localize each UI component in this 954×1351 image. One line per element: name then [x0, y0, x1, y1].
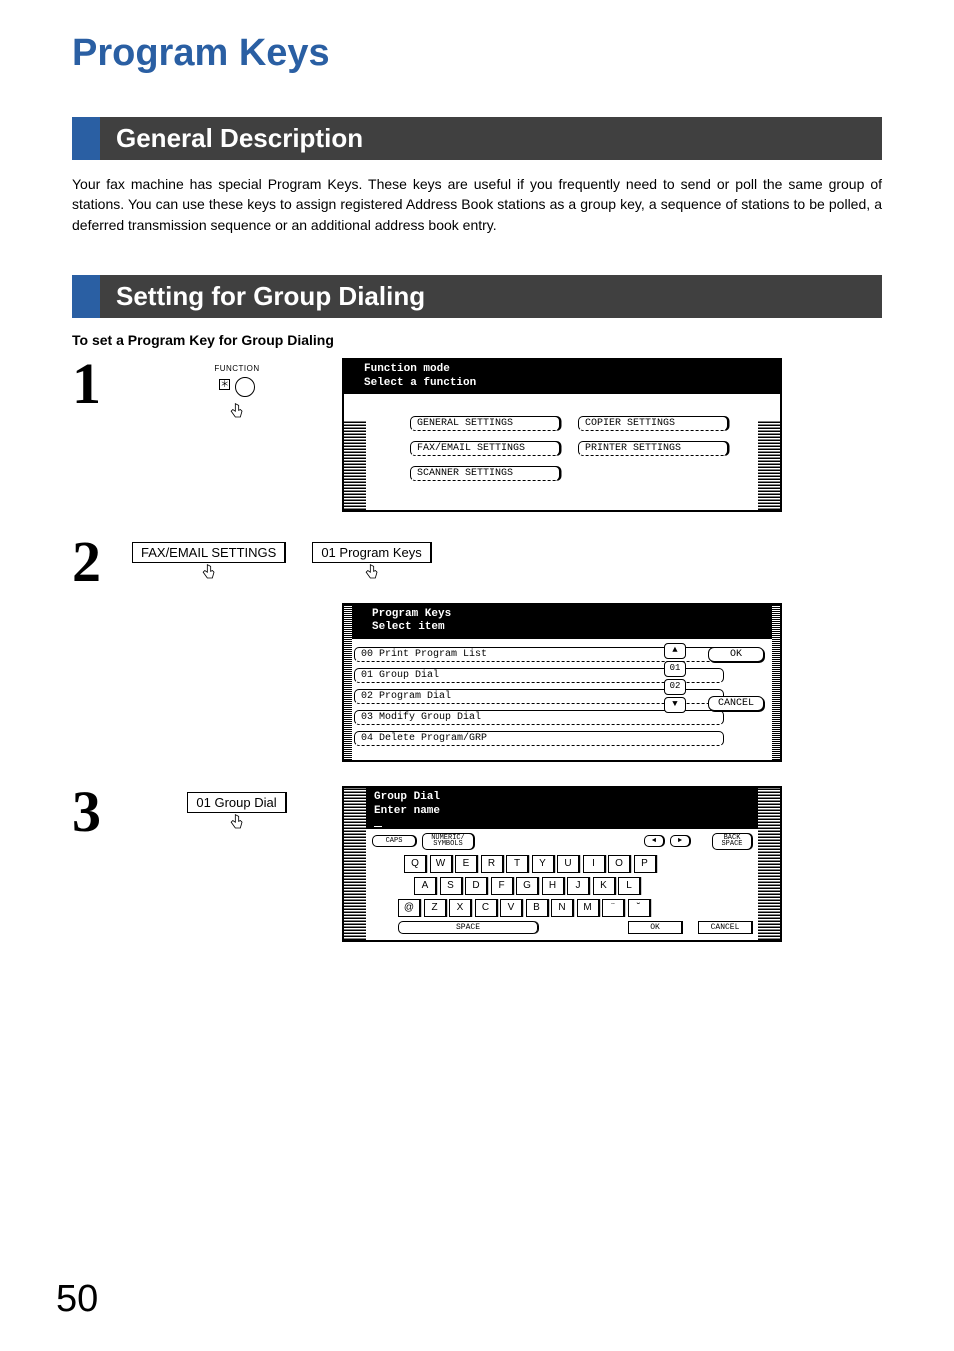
section-heading-group-dialing: Setting for Group Dialing — [72, 275, 882, 318]
hatch-decoration — [344, 605, 352, 761]
step-1: 1 FUNCTION ＊ Function mode Select a func… — [72, 358, 882, 513]
ok-button[interactable]: OK — [708, 647, 764, 662]
caps-key[interactable]: CAPS — [372, 835, 416, 847]
lcd-program-keys: Program Keys Select item 00 Print Progra… — [342, 603, 782, 763]
round-button-icon — [235, 377, 255, 397]
key-j[interactable]: J — [567, 877, 589, 895]
lcd3-title2: Enter name — [374, 805, 738, 819]
keyboard-row-2: A S D F G H J K L — [414, 877, 752, 895]
keyboard-cancel-button[interactable]: CANCEL — [698, 921, 752, 934]
backspace-key[interactable]: BACK SPACE — [712, 833, 752, 850]
hatch-decoration — [344, 420, 366, 510]
key-q[interactable]: Q — [404, 855, 426, 873]
key-m[interactable]: M — [577, 899, 599, 917]
key-n[interactable]: N — [551, 899, 573, 917]
group-dialing-subheading: To set a Program Key for Group Dialing — [72, 332, 882, 348]
program-keys-soft-button[interactable]: 01 Program Keys — [312, 542, 431, 563]
key-at[interactable]: @ — [398, 899, 420, 917]
scanner-settings-button[interactable]: SCANNER SETTINGS — [410, 466, 560, 481]
lcd1-title2: Select a function — [364, 377, 760, 391]
key-s[interactable]: S — [440, 877, 462, 895]
step-2-number: 2 — [72, 536, 132, 588]
copier-settings-button[interactable]: COPIER SETTINGS — [578, 416, 728, 431]
keyboard-row-3: @ Z X C V B N M ¨ ˘ — [398, 899, 752, 917]
key-y[interactable]: Y — [532, 855, 554, 873]
key-f[interactable]: F — [491, 877, 513, 895]
scroll-index-02: 02 — [664, 679, 686, 695]
hatch-decoration — [344, 788, 366, 940]
section-heading-general: General Description — [72, 117, 882, 160]
key-l[interactable]: L — [618, 877, 640, 895]
key-b[interactable]: B — [526, 899, 548, 917]
general-settings-button[interactable]: GENERAL SETTINGS — [410, 416, 560, 431]
keyboard-row-1: Q W E R T Y U I O P — [404, 855, 752, 873]
key-p[interactable]: P — [634, 855, 656, 873]
cursor-right-key[interactable]: ► — [670, 835, 690, 847]
cancel-button[interactable]: CANCEL — [708, 696, 764, 711]
lcd-group-dial-entry: Group Dial Enter name CAPS NUMERIC/ SYMB… — [342, 786, 782, 942]
numeric-symbols-key[interactable]: NUMERIC/ SYMBOLS — [422, 833, 474, 850]
scroll-up-icon[interactable]: ▲ — [664, 643, 686, 659]
step-3-number: 3 — [72, 786, 132, 838]
lcd2-title2: Select item — [372, 621, 752, 635]
lcd1-title1: Function mode — [364, 363, 760, 377]
space-key[interactable]: SPACE — [398, 921, 538, 934]
key-d[interactable]: D — [465, 877, 487, 895]
key-a[interactable]: A — [414, 877, 436, 895]
item-delete-program[interactable]: 04 Delete Program/GRP — [354, 731, 724, 746]
function-label: FUNCTION — [132, 364, 342, 373]
key-g[interactable]: G — [516, 877, 538, 895]
press-hand-icon — [361, 563, 383, 583]
scroll-indicator: ▲ 01 02 ▼ — [664, 643, 688, 715]
keyboard-ok-button[interactable]: OK — [628, 921, 682, 934]
page-title: Program Keys — [72, 32, 882, 75]
key-o[interactable]: O — [608, 855, 630, 873]
scroll-index-01: 01 — [664, 661, 686, 677]
key-t[interactable]: T — [506, 855, 528, 873]
key-u[interactable]: U — [557, 855, 579, 873]
key-i[interactable]: I — [583, 855, 605, 873]
function-button-graphic: ＊ — [132, 375, 342, 404]
key-r[interactable]: R — [481, 855, 503, 873]
asterisk-icon: ＊ — [219, 379, 230, 390]
page-number: 50 — [56, 1278, 98, 1321]
lcd3-title1: Group Dial — [374, 791, 738, 805]
hatch-decoration — [758, 420, 780, 510]
lcd-function-mode: Function mode Select a function GENERAL … — [342, 358, 782, 513]
step-3: 3 01 Group Dial Group Dial Enter name — [72, 786, 882, 942]
key-h[interactable]: H — [542, 877, 564, 895]
general-description-text: Your fax machine has special Program Key… — [72, 174, 882, 235]
lcd2-title1: Program Keys — [372, 608, 752, 622]
fax-email-settings-button[interactable]: FAX/EMAIL SETTINGS — [410, 441, 560, 456]
press-hand-icon — [198, 563, 220, 583]
key-c[interactable]: C — [475, 899, 497, 917]
key-k[interactable]: K — [593, 877, 615, 895]
hatch-decoration — [758, 788, 780, 940]
key-v[interactable]: V — [500, 899, 522, 917]
hatch-decoration — [772, 605, 780, 761]
step-2: 2 FAX/EMAIL SETTINGS 01 Program Keys — [72, 536, 882, 588]
step-1-number: 1 — [72, 358, 132, 410]
fax-email-settings-soft-button[interactable]: FAX/EMAIL SETTINGS — [132, 542, 286, 563]
key-z[interactable]: Z — [424, 899, 446, 917]
scroll-down-icon[interactable]: ▼ — [664, 697, 686, 713]
group-dial-soft-button[interactable]: 01 Group Dial — [187, 792, 286, 813]
press-hand-icon — [226, 813, 248, 833]
press-hand-icon — [226, 402, 248, 422]
key-diacritic-2[interactable]: ˘ — [628, 899, 650, 917]
key-x[interactable]: X — [449, 899, 471, 917]
key-w[interactable]: W — [430, 855, 452, 873]
key-diacritic-1[interactable]: ¨ — [602, 899, 624, 917]
cursor-left-key[interactable]: ◄ — [644, 835, 664, 847]
printer-settings-button[interactable]: PRINTER SETTINGS — [578, 441, 728, 456]
key-e[interactable]: E — [455, 855, 477, 873]
